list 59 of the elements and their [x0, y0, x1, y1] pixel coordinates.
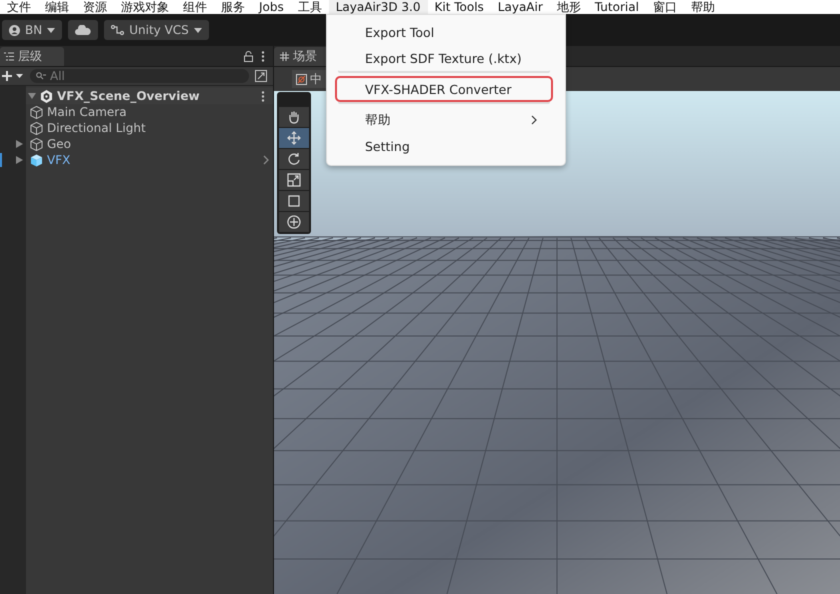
- menu-item[interactable]: Tutorial: [588, 0, 646, 14]
- add-icon[interactable]: [2, 71, 24, 81]
- branch-icon: [111, 24, 124, 36]
- list-icon: [4, 52, 14, 61]
- hierarchy-tab[interactable]: 层级: [0, 47, 64, 66]
- search-field[interactable]: All: [30, 69, 249, 83]
- caret-icon: [47, 28, 56, 32]
- tool-button[interactable]: [279, 212, 309, 232]
- cloud-button[interactable]: [68, 20, 98, 40]
- menu-item[interactable]: 帮助: [684, 0, 722, 14]
- tool-button[interactable]: [279, 170, 309, 190]
- menu-item[interactable]: 服务: [214, 0, 252, 14]
- menu-item[interactable]: LayaAir3D 3.0: [328, 0, 428, 14]
- tool-button[interactable]: [279, 149, 309, 169]
- rect-tool-icon: [287, 194, 301, 208]
- pivot-button[interactable]: 中: [292, 70, 326, 88]
- cloud-icon: [75, 25, 92, 35]
- tree-item[interactable]: Main Camera: [47, 105, 127, 119]
- menu-item[interactable]: VFX-SHADER Converter: [335, 76, 553, 102]
- menu-item[interactable]: 游戏对象: [114, 0, 176, 14]
- menu-item[interactable]: Kit Tools: [428, 0, 491, 14]
- chevron-right-icon[interactable]: [263, 155, 269, 165]
- collapsed-arrow-icon[interactable]: [16, 140, 23, 148]
- tree-item[interactable]: Geo: [47, 137, 72, 151]
- menu-item[interactable]: 窗口: [646, 0, 684, 14]
- tool-button[interactable]: [279, 107, 309, 127]
- search-icon: [36, 72, 46, 80]
- rotate-icon: [287, 152, 301, 166]
- menu-item[interactable]: Setting: [335, 133, 553, 159]
- grid-icon: [280, 52, 289, 61]
- more-icon[interactable]: [261, 90, 265, 102]
- menu-item[interactable]: Jobs: [252, 0, 291, 14]
- more-icon[interactable]: [261, 51, 265, 62]
- tool-button[interactable]: [279, 128, 309, 148]
- user-icon: [9, 24, 20, 36]
- menu-item[interactable]: 文件: [0, 0, 38, 14]
- lock-icon[interactable]: [244, 51, 253, 62]
- account-button[interactable]: BN: [2, 20, 62, 40]
- menu-item[interactable]: 帮助: [335, 107, 553, 133]
- menu-item[interactable]: 组件: [176, 0, 214, 14]
- hand-icon: [287, 110, 301, 124]
- vcs-button[interactable]: Unity VCS: [104, 20, 209, 40]
- tree-item[interactable]: VFX: [47, 153, 70, 167]
- scale-icon: [287, 173, 301, 187]
- transform-icon: [287, 215, 301, 229]
- menu-item[interactable]: Export Tool: [335, 19, 553, 45]
- caret-icon: [194, 28, 202, 32]
- menu-item[interactable]: 编辑: [38, 0, 76, 14]
- menu-item[interactable]: 地形: [550, 0, 588, 14]
- collapsed-arrow-icon[interactable]: [16, 156, 23, 164]
- pivot-icon: [296, 74, 307, 84]
- menu-item[interactable]: LayaAir: [490, 0, 550, 14]
- expand-icon[interactable]: [255, 70, 267, 82]
- tool-button[interactable]: [279, 191, 309, 211]
- expand-arrow-icon[interactable]: [28, 92, 36, 100]
- menu-item[interactable]: 资源: [76, 0, 114, 14]
- menu-item[interactable]: 工具: [290, 0, 329, 14]
- move-icon: [287, 131, 301, 145]
- tree-item[interactable]: Directional Light: [47, 121, 146, 135]
